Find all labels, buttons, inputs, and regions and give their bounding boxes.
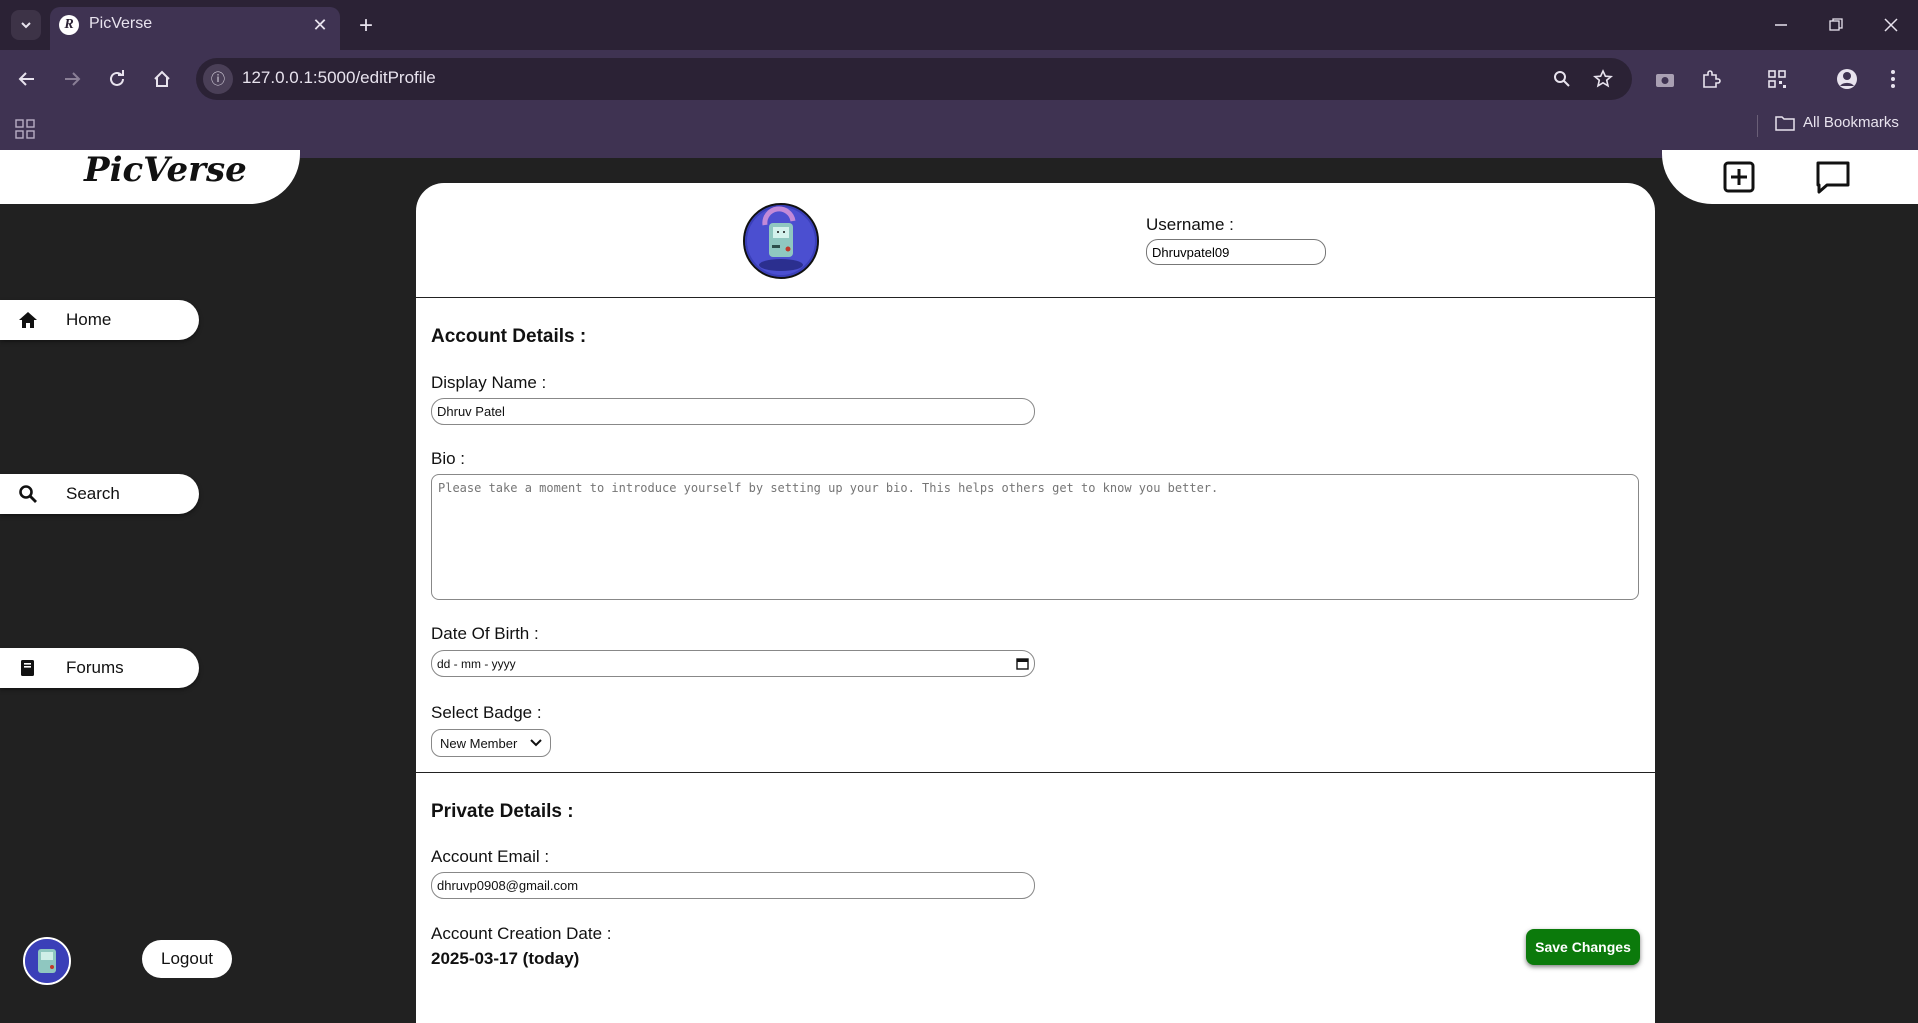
profile-icon[interactable] bbox=[1830, 62, 1864, 96]
badge-select[interactable]: New Member bbox=[431, 729, 551, 757]
badge-selected-value: New Member bbox=[440, 735, 518, 751]
save-changes-button[interactable]: Save Changes bbox=[1526, 929, 1640, 965]
search-icon bbox=[19, 485, 37, 503]
tab-favicon-icon: R bbox=[59, 15, 79, 35]
dob-input[interactable]: dd - mm - yyyy bbox=[431, 650, 1035, 677]
dob-placeholder: dd - mm - yyyy bbox=[437, 656, 516, 671]
reload-icon[interactable] bbox=[100, 62, 134, 96]
tab-close-icon[interactable]: ✕ bbox=[308, 13, 332, 37]
forward-icon[interactable] bbox=[55, 62, 89, 96]
add-post-icon[interactable] bbox=[1723, 161, 1755, 193]
site-info-icon[interactable]: ⓘ bbox=[203, 64, 233, 94]
new-tab-icon[interactable]: + bbox=[352, 12, 380, 40]
screenshot-icon[interactable] bbox=[1648, 62, 1682, 96]
book-icon bbox=[21, 660, 34, 676]
creation-date-value: 2025-03-17 (today) bbox=[431, 949, 580, 968]
account-details-title: Account Details : bbox=[431, 326, 587, 347]
zoom-icon[interactable] bbox=[1545, 62, 1579, 96]
bookmarks-divider bbox=[1757, 115, 1758, 137]
qr-apps-icon[interactable] bbox=[1760, 62, 1794, 96]
display-name-label: Display Name : bbox=[431, 373, 547, 392]
url-text[interactable]: 127.0.0.1:5000/editProfile bbox=[242, 68, 436, 88]
bio-label: Bio : bbox=[431, 449, 466, 468]
creation-date-label: Account Creation Date : bbox=[431, 924, 612, 943]
tab-title: PicVerse bbox=[89, 15, 153, 32]
menu-kebab-icon[interactable] bbox=[1876, 62, 1910, 96]
restore-icon[interactable] bbox=[1813, 8, 1859, 42]
calendar-icon[interactable] bbox=[1016, 657, 1029, 670]
top-actions-container bbox=[1662, 150, 1918, 204]
display-name-input[interactable] bbox=[431, 398, 1035, 425]
home-icon bbox=[19, 312, 37, 328]
private-details-title: Private Details : bbox=[431, 801, 574, 822]
sidebar-item-search[interactable]: Search bbox=[0, 474, 199, 514]
sidebar-item-label: Search bbox=[66, 484, 120, 503]
bookmark-star-icon[interactable] bbox=[1586, 62, 1620, 96]
extensions-icon[interactable] bbox=[1694, 62, 1728, 96]
user-avatar[interactable] bbox=[23, 937, 71, 985]
sidebar-item-home[interactable]: Home bbox=[0, 300, 199, 340]
app-logo[interactable]: PicVerse bbox=[84, 150, 247, 190]
all-bookmarks-button[interactable]: All Bookmarks bbox=[1775, 114, 1899, 131]
sidebar-item-label: Home bbox=[66, 310, 112, 329]
section-divider bbox=[416, 772, 1655, 773]
sidebar-item-label: Forums bbox=[66, 658, 124, 677]
all-bookmarks-label: All Bookmarks bbox=[1803, 114, 1899, 131]
chevron-down-icon bbox=[530, 739, 542, 747]
tab-search-icon[interactable] bbox=[11, 10, 41, 40]
minimize-icon[interactable] bbox=[1758, 8, 1804, 42]
back-icon[interactable] bbox=[10, 62, 44, 96]
home-browser-icon[interactable] bbox=[145, 62, 179, 96]
username-label: Username : bbox=[1146, 215, 1234, 234]
username-input[interactable] bbox=[1146, 239, 1326, 265]
window-close-icon[interactable] bbox=[1868, 8, 1914, 42]
section-divider bbox=[416, 297, 1655, 298]
email-label: Account Email : bbox=[431, 847, 550, 866]
chat-icon[interactable] bbox=[1815, 160, 1851, 196]
profile-picture[interactable] bbox=[743, 203, 819, 279]
email-input[interactable] bbox=[431, 872, 1035, 899]
dob-label: Date Of Birth : bbox=[431, 624, 539, 643]
bio-textarea[interactable] bbox=[431, 474, 1639, 600]
sidebar-item-forums[interactable]: Forums bbox=[0, 648, 199, 688]
badge-label: Select Badge : bbox=[431, 703, 542, 722]
logout-button[interactable]: Logout bbox=[142, 940, 232, 978]
folder-icon bbox=[1775, 115, 1795, 131]
apps-grid-icon[interactable] bbox=[12, 116, 38, 142]
